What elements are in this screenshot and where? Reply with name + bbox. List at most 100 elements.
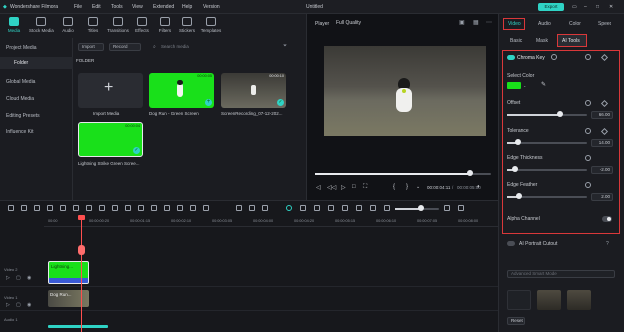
- edge-thickness-value[interactable]: -2.00: [591, 166, 613, 174]
- alpha-channel-toggle[interactable]: [602, 216, 612, 222]
- preview-video[interactable]: [324, 46, 486, 136]
- portrait-preset-2[interactable]: [567, 290, 591, 310]
- stop-icon[interactable]: □: [352, 184, 356, 190]
- offset-reset-icon[interactable]: [585, 100, 591, 106]
- menu-view[interactable]: View: [132, 4, 143, 10]
- zoom-in-icon[interactable]: [444, 205, 450, 211]
- search-input[interactable]: Search media: [161, 44, 189, 49]
- layout-icon[interactable]: ▭: [572, 4, 577, 10]
- captions-icon[interactable]: [342, 205, 348, 211]
- subtab-basic[interactable]: Basic: [510, 38, 522, 44]
- grid-icon[interactable]: [8, 205, 14, 211]
- tolerance-value[interactable]: 14.00: [591, 139, 613, 147]
- menu-version[interactable]: Version: [203, 4, 220, 10]
- playhead-handle[interactable]: [78, 215, 85, 220]
- timeline-scrollbar[interactable]: [48, 325, 108, 328]
- sidebar-item-project-media[interactable]: Project Media: [6, 45, 37, 51]
- mic-icon[interactable]: [328, 205, 334, 211]
- cut-icon[interactable]: [73, 205, 79, 211]
- chroma-key-toggle[interactable]: [507, 55, 515, 60]
- menu-file[interactable]: File: [74, 4, 82, 10]
- sort-dropdown[interactable]: Record: [109, 43, 141, 51]
- key-color-swatch[interactable]: [507, 82, 521, 89]
- keyframe-tool-icon[interactable]: [177, 205, 183, 211]
- timeline-ruler[interactable]: 00:00 00:00:00:20 00:00:01:15 00:00:02:10 00…: [44, 217, 498, 227]
- timeline-zoom-slider[interactable]: [395, 205, 439, 211]
- eye-icon[interactable]: ◉: [27, 275, 31, 281]
- play-icon[interactable]: ▷: [341, 184, 346, 191]
- lock-icon[interactable]: ▢: [16, 275, 21, 281]
- more-tools-icon[interactable]: [203, 205, 209, 211]
- prev-frame-icon[interactable]: ◁: [316, 184, 321, 191]
- tolerance-slider[interactable]: [507, 139, 587, 145]
- edge-feather-reset-icon[interactable]: [585, 182, 591, 188]
- tab-audio-panel[interactable]: Audio: [538, 21, 551, 27]
- menu-extended[interactable]: Extended: [153, 4, 174, 10]
- speed-icon[interactable]: [112, 205, 118, 211]
- tab-video[interactable]: Video: [508, 21, 521, 27]
- tab-filters[interactable]: Filters: [153, 16, 177, 37]
- edge-feather-slider[interactable]: [507, 193, 587, 199]
- media-item-dog-run[interactable]: 00:00:05 +: [149, 73, 214, 108]
- sidebar-item-editing-presets[interactable]: Editing Presets: [6, 113, 40, 119]
- delete-icon[interactable]: [60, 205, 66, 211]
- tab-media[interactable]: Media: [2, 16, 26, 37]
- subtab-mask[interactable]: Mask: [536, 38, 548, 44]
- clip-dog-run[interactable]: Dog Run...: [48, 290, 89, 307]
- eyedropper-icon[interactable]: ✎: [541, 81, 546, 88]
- reset-icon[interactable]: [585, 54, 591, 60]
- portrait-preset-none[interactable]: [507, 290, 531, 310]
- shield-icon[interactable]: [314, 205, 320, 211]
- eye-icon[interactable]: ◉: [27, 302, 31, 308]
- fullscreen-tl-icon[interactable]: [190, 205, 196, 211]
- layout-grid-icon[interactable]: ▦: [473, 19, 479, 26]
- crop-icon[interactable]: [86, 205, 92, 211]
- snap-icon[interactable]: [249, 205, 255, 211]
- quality-dropdown[interactable]: Full Quality: [336, 20, 361, 26]
- text-icon[interactable]: [99, 205, 105, 211]
- reset-button[interactable]: Reset: [507, 317, 525, 325]
- mark-in-icon[interactable]: {: [393, 184, 395, 190]
- undo-icon[interactable]: [34, 205, 40, 211]
- offset-slider[interactable]: [507, 111, 587, 117]
- transform-icon[interactable]: [164, 205, 170, 211]
- tab-color[interactable]: Color: [569, 21, 581, 27]
- undo-history-icon[interactable]: [236, 205, 242, 211]
- maximize-icon[interactable]: □: [596, 4, 599, 10]
- select-tool-icon[interactable]: [21, 205, 27, 211]
- tab-audio[interactable]: Audio: [56, 16, 80, 37]
- zoom-out-icon[interactable]: [384, 205, 390, 211]
- tab-stickers[interactable]: Stickers: [175, 16, 199, 37]
- mark-out-icon[interactable]: }: [406, 184, 408, 190]
- layout-toggle-icon[interactable]: [458, 205, 464, 211]
- tab-templates[interactable]: Templates: [199, 16, 223, 37]
- more-icon[interactable]: ⋯: [486, 19, 492, 26]
- chevron-down-icon[interactable]: ⌄: [523, 83, 526, 88]
- portrait-preset-1[interactable]: [537, 290, 561, 310]
- lock-icon[interactable]: ▢: [16, 302, 21, 308]
- media-item-lightning-strike[interactable]: 00:00:04 ✓: [78, 122, 143, 157]
- render-icon[interactable]: [286, 205, 292, 211]
- mask-icon[interactable]: [151, 205, 157, 211]
- sidebar-item-global-media[interactable]: Global Media: [6, 79, 35, 85]
- sidebar-item-cloud-media[interactable]: Cloud Media: [6, 96, 34, 102]
- subtab-ai-tools[interactable]: AI Tools: [562, 38, 580, 44]
- tab-stock-media[interactable]: Stock Media: [29, 16, 54, 37]
- clip-lightning[interactable]: Lightning...: [48, 261, 89, 284]
- volume-icon[interactable]: ◐: [477, 184, 481, 190]
- edge-thickness-reset-icon[interactable]: [585, 155, 591, 161]
- sidebar-item-folder[interactable]: Folder: [0, 57, 73, 69]
- chevron-down-icon[interactable]: ⌄: [416, 184, 420, 190]
- import-media-tile[interactable]: +: [78, 73, 143, 108]
- tab-titles[interactable]: Titles: [81, 16, 105, 37]
- help-icon[interactable]: ?: [606, 241, 609, 247]
- add-to-timeline-icon[interactable]: +: [205, 99, 212, 106]
- export-button[interactable]: Export: [538, 3, 564, 11]
- sidebar-item-influence-kit[interactable]: Influence Kit: [6, 129, 34, 135]
- link-icon[interactable]: [356, 205, 362, 211]
- media-item-screen-recording[interactable]: 00:00:10 ✓: [221, 73, 286, 108]
- player-scrubber[interactable]: [315, 170, 491, 176]
- minimize-icon[interactable]: –: [584, 4, 587, 10]
- tab-speed[interactable]: Speed: [598, 21, 611, 27]
- camera-icon[interactable]: ▷: [6, 275, 10, 281]
